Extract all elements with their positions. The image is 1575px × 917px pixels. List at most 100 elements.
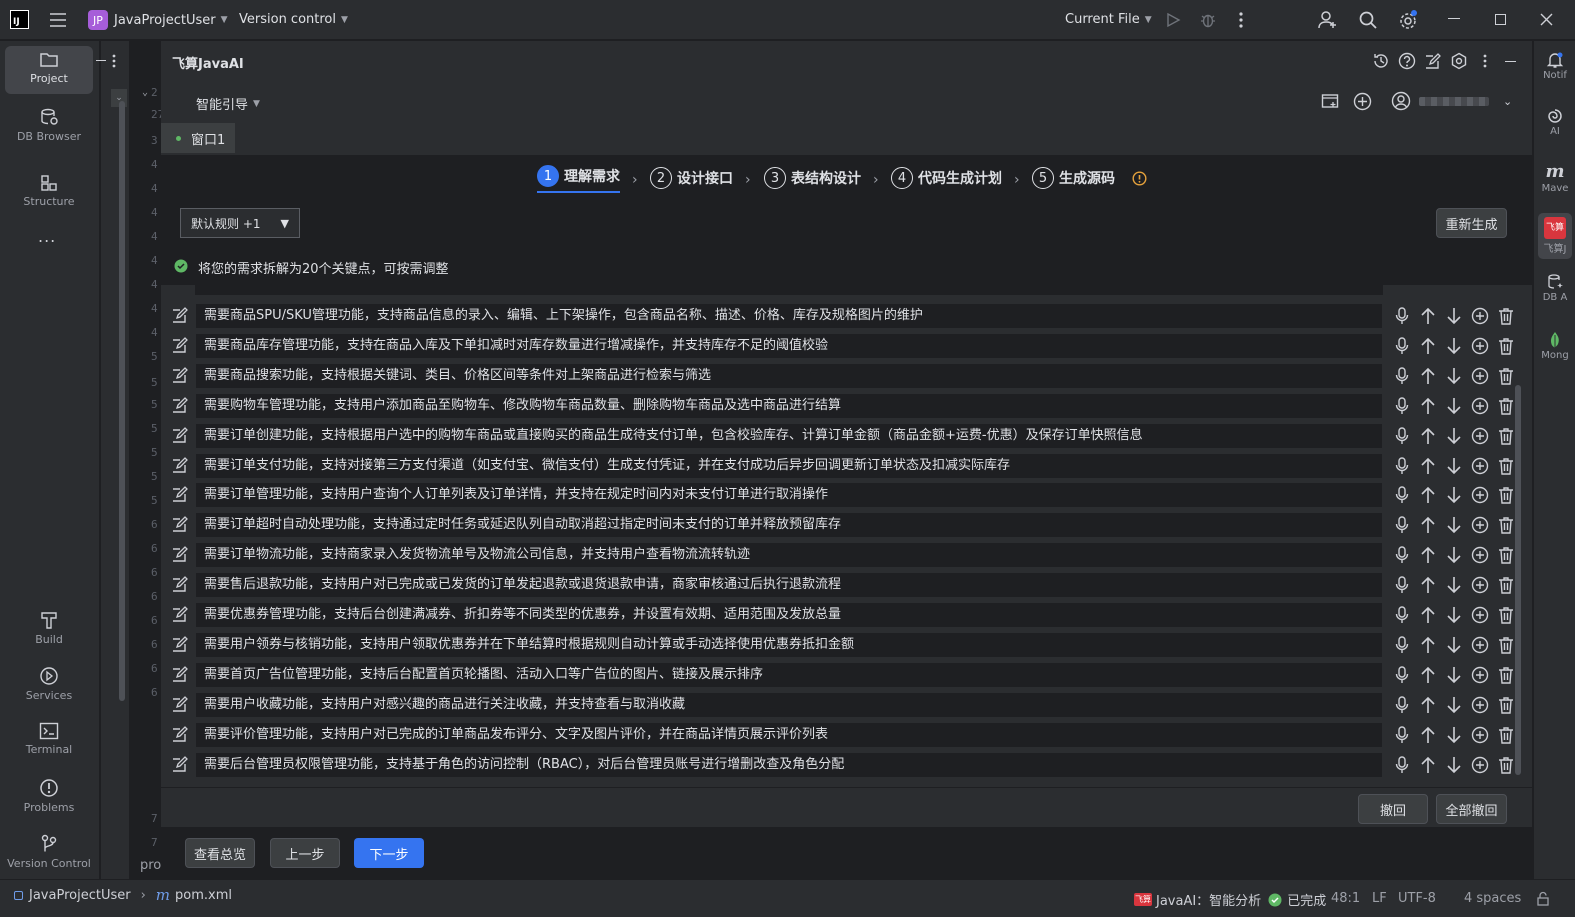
voice-input-button[interactable]: [1389, 543, 1415, 567]
main-menu-icon[interactable]: [49, 12, 67, 28]
edit-item-button[interactable]: [171, 396, 189, 414]
requirement-text[interactable]: 需要商品库存管理功能，支持在商品入库及下单扣减时对库存数量进行增减操作，并支持库…: [195, 332, 1383, 359]
voice-input-button[interactable]: [1389, 304, 1415, 328]
guide-dropdown[interactable]: 智能引导 ▼: [196, 94, 260, 113]
insert-item-button[interactable]: [1467, 753, 1493, 777]
requirement-text[interactable]: 需要订单创建功能，支持根据用户选中的购物车商品或直接购买的商品生成待支付订单，包…: [195, 422, 1383, 449]
help-icon[interactable]: [1398, 52, 1416, 70]
voice-input-button[interactable]: [1389, 454, 1415, 478]
move-up-button[interactable]: [1415, 693, 1441, 717]
edit-item-button[interactable]: [171, 426, 189, 444]
move-up-button[interactable]: [1415, 633, 1441, 657]
edit-item-button[interactable]: [171, 665, 189, 683]
tool-terminal[interactable]: Terminal: [5, 717, 93, 765]
move-down-button[interactable]: [1441, 483, 1467, 507]
undo-button[interactable]: 撤回: [1358, 794, 1428, 824]
insert-item-button[interactable]: [1467, 693, 1493, 717]
move-down-button[interactable]: [1441, 454, 1467, 478]
more-options-icon[interactable]: [1483, 54, 1487, 68]
requirement-text[interactable]: 需要售后退款功能，支持用户对已完成或已发货的订单发起退款或退货退款申请，商家审核…: [195, 572, 1383, 599]
move-down-button[interactable]: [1441, 334, 1467, 358]
move-down-button[interactable]: [1441, 304, 1467, 328]
edit-item-button[interactable]: [171, 456, 189, 474]
edit-item-button[interactable]: [171, 725, 189, 743]
requirement-text[interactable]: 需要优惠券管理功能，支持后台创建满减券、折扣券等不同类型的优惠券，并设置有效期、…: [195, 602, 1383, 628]
insert-item-button[interactable]: [1467, 364, 1493, 388]
edit-item-button[interactable]: [171, 575, 189, 593]
tab-window-1[interactable]: 窗口1: [161, 123, 235, 153]
tool-ai[interactable]: AI: [1534, 105, 1575, 137]
step-1[interactable]: 1 理解需求: [537, 163, 620, 193]
move-up-button[interactable]: [1415, 603, 1441, 627]
delete-item-button[interactable]: [1493, 364, 1519, 388]
requirement-text[interactable]: 需要购物车管理功能，支持用户添加商品至购物车、修改购物车商品数量、删除购物车商品…: [195, 392, 1383, 419]
app-logo[interactable]: IJ: [10, 10, 29, 29]
requirement-text[interactable]: 需要订单支付功能，支持对接第三方支付渠道（如支付宝、微信支付）生成支付凭证，并在…: [195, 452, 1383, 479]
edit-item-button[interactable]: [171, 545, 189, 563]
add-user-icon[interactable]: [1318, 10, 1338, 30]
voice-input-button[interactable]: [1389, 663, 1415, 687]
breadcrumb-project[interactable]: JavaProjectUser: [29, 888, 131, 903]
voice-input-button[interactable]: [1389, 364, 1415, 388]
voice-input-button[interactable]: [1389, 483, 1415, 507]
edit-item-button[interactable]: [171, 306, 189, 324]
requirement-text[interactable]: 需要商品SPU/SKU管理功能，支持商品信息的录入、编辑、上下架操作，包含商品名…: [195, 303, 1383, 329]
requirement-text[interactable]: 需要订单物流功能，支持商家录入发货物流单号及物流公司信息，并支持用户查看物流流转…: [195, 542, 1383, 569]
step-4[interactable]: 4 代码生成计划: [891, 163, 1002, 193]
move-down-button[interactable]: [1441, 364, 1467, 388]
project-selector[interactable]: JP JavaProjectUser ▼: [88, 10, 228, 30]
move-down-button[interactable]: [1441, 663, 1467, 687]
insert-item-button[interactable]: [1467, 663, 1493, 687]
requirement-text[interactable]: 需要商品搜索功能，支持根据关键词、类目、价格区间等条件对上架商品进行检索与筛选: [195, 362, 1383, 389]
breadcrumb-file[interactable]: pom.xml: [175, 888, 232, 903]
delete-item-button[interactable]: [1493, 304, 1519, 328]
maximize-window-icon[interactable]: [1495, 14, 1506, 25]
move-down-button[interactable]: [1441, 573, 1467, 597]
delete-item-button[interactable]: [1493, 334, 1519, 358]
requirement-text[interactable]: 需要后台管理员权限管理功能，支持基于角色的访问控制（RBAC），对后台管理员账号…: [195, 751, 1383, 778]
more-tools-button[interactable]: ...: [38, 227, 56, 246]
move-down-button[interactable]: [1441, 394, 1467, 418]
requirement-text[interactable]: 需要订单超时自动处理功能，支持通过定时任务或延迟队列自动取消超过指定时间未支付的…: [195, 512, 1383, 539]
move-up-button[interactable]: [1415, 394, 1441, 418]
run-config-selector[interactable]: Current File ▼: [1065, 12, 1152, 27]
move-up-button[interactable]: [1415, 573, 1441, 597]
hide-panel-icon[interactable]: [1505, 61, 1516, 62]
move-down-button[interactable]: [1441, 723, 1467, 747]
tool-mongo[interactable]: Mong: [1534, 329, 1575, 361]
run-icon[interactable]: [1165, 12, 1181, 28]
settings-icon[interactable]: [1450, 52, 1468, 70]
edit-item-button[interactable]: [171, 605, 189, 623]
tool-maven[interactable]: m Mave: [1534, 161, 1575, 194]
edit-item-button[interactable]: [171, 755, 189, 773]
vcs-selector[interactable]: Version control ▼: [239, 12, 348, 27]
previous-step-button[interactable]: 上一步: [270, 838, 340, 868]
edit-item-button[interactable]: [171, 485, 189, 503]
requirement-text[interactable]: 需要评价管理功能，支持用户对已完成的订单商品发布评分、文字及图片评价，并在商品详…: [195, 721, 1383, 748]
next-step-button[interactable]: 下一步: [354, 838, 424, 868]
step-3[interactable]: 3 表结构设计: [764, 163, 861, 193]
edit-item-button[interactable]: [171, 695, 189, 713]
minimize-panel-icon[interactable]: [96, 60, 106, 61]
info-warning-icon[interactable]: [1132, 171, 1147, 186]
options-icon[interactable]: [112, 54, 116, 68]
requirement-text[interactable]: 需要用户收藏功能，支持用户对感兴趣的商品进行关注收藏，并支持查看与取消收藏: [195, 691, 1383, 718]
ai-status[interactable]: 飞算 JavaAI：智能分析 已完成: [1134, 890, 1326, 909]
move-up-button[interactable]: [1415, 663, 1441, 687]
move-down-button[interactable]: [1441, 424, 1467, 448]
move-up-button[interactable]: [1415, 424, 1441, 448]
edit-item-button[interactable]: [171, 366, 189, 384]
requirement-text[interactable]: 需要订单管理功能，支持用户查询个人订单列表及订单详情，并支持在规定时间内对未支付…: [195, 482, 1383, 509]
file-encoding[interactable]: UTF-8: [1398, 891, 1436, 906]
voice-input-button[interactable]: [1389, 723, 1415, 747]
tool-problems[interactable]: Problems: [5, 773, 93, 821]
tool-version-control[interactable]: Version Control: [5, 829, 93, 877]
insert-item-button[interactable]: [1467, 723, 1493, 747]
tool-build[interactable]: Build: [5, 605, 93, 653]
tool-db-browser[interactable]: DB Browser: [5, 102, 93, 150]
voice-input-button[interactable]: [1389, 633, 1415, 657]
panel-scrollbar[interactable]: [119, 101, 125, 701]
voice-input-button[interactable]: [1389, 603, 1415, 627]
overview-button[interactable]: 查看总览: [185, 838, 255, 868]
move-up-button[interactable]: [1415, 723, 1441, 747]
